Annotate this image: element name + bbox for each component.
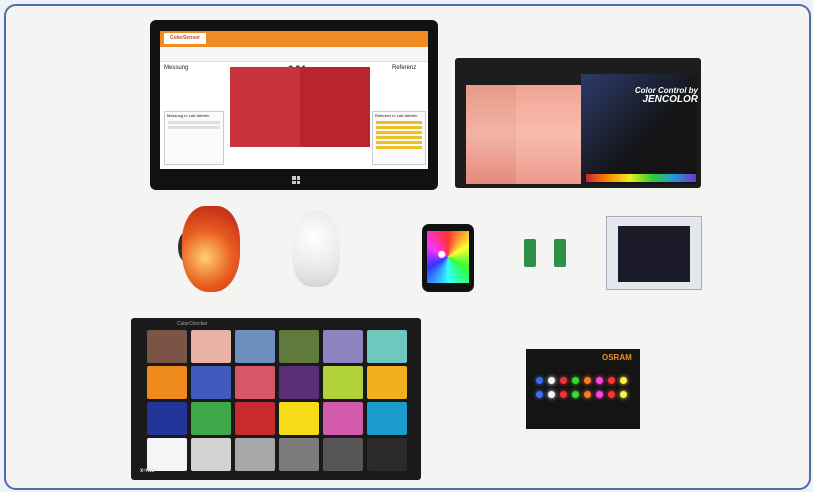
photo-frame: ColorSensor Messung Referenz 6,94 Messun… [4, 4, 811, 490]
color-patch [191, 366, 231, 399]
led [608, 391, 615, 398]
spectrum-strip [586, 174, 696, 182]
osram-logo: OSRAM [602, 353, 632, 362]
xrite-logo: x-rite [140, 468, 155, 474]
color-patch [147, 330, 187, 363]
light-panel-right [516, 85, 584, 184]
right-title: Referenz [392, 65, 417, 71]
color-patch [323, 366, 363, 399]
left-data-panel: Messung in Lab-Werten [164, 111, 224, 165]
color-patch [367, 366, 407, 399]
led [620, 391, 627, 398]
color-patch [323, 402, 363, 435]
color-patch [279, 366, 319, 399]
led [584, 377, 591, 384]
color-checker-chart [131, 318, 421, 480]
right-panel-header: Referenz in Lab-Werten [375, 113, 418, 118]
color-patch [147, 402, 187, 435]
app-header-bar: ColorSensor [160, 31, 428, 47]
color-patch [279, 330, 319, 363]
color-patch [191, 438, 231, 471]
led [560, 391, 567, 398]
led [584, 391, 591, 398]
led [572, 391, 579, 398]
sensor-board-left [524, 239, 536, 267]
color-patch [191, 402, 231, 435]
led [608, 377, 615, 384]
measured-color-sample [230, 67, 300, 147]
color-patch [147, 366, 187, 399]
app-toolbar [160, 47, 428, 62]
tablet-screen: ColorSensor Messung Referenz 6,94 Messun… [160, 31, 428, 169]
color-patch [235, 366, 275, 399]
right-data-panel: Referenz in Lab-Werten [372, 111, 426, 165]
led [548, 391, 555, 398]
color-patch [279, 438, 319, 471]
color-patch [279, 402, 319, 435]
led [536, 377, 543, 384]
color-patch [235, 402, 275, 435]
color-checker-label: ColorChecker [177, 321, 208, 327]
lightbox-title: Color Control by JENCOLOR [624, 86, 698, 105]
color-patch [323, 330, 363, 363]
color-patch [367, 438, 407, 471]
light-panel-left [466, 85, 521, 184]
led [572, 377, 579, 384]
led [596, 391, 603, 398]
color-patch [367, 402, 407, 435]
color-patch [323, 438, 363, 471]
left-panel-header: Messung in Lab-Werten [167, 113, 210, 118]
case-insert [618, 226, 690, 282]
led [560, 377, 567, 384]
color-patch [235, 438, 275, 471]
reference-color-sample [300, 67, 370, 147]
led [596, 377, 603, 384]
color-patch [367, 330, 407, 363]
phone-color-wheel [427, 231, 469, 283]
led [536, 391, 543, 398]
lightbox-brand: JENCOLOR [642, 94, 698, 105]
left-title: Messung [164, 65, 189, 71]
led [620, 377, 627, 384]
orange-colorimeter [182, 206, 240, 292]
led [548, 377, 555, 384]
color-patch [147, 438, 187, 471]
color-patch [235, 330, 275, 363]
color-patch [191, 330, 231, 363]
windows-logo-icon [292, 176, 300, 184]
sensor-board-right [554, 239, 566, 267]
white-colorimeter [292, 211, 340, 287]
app-logo: ColorSensor [164, 33, 206, 44]
